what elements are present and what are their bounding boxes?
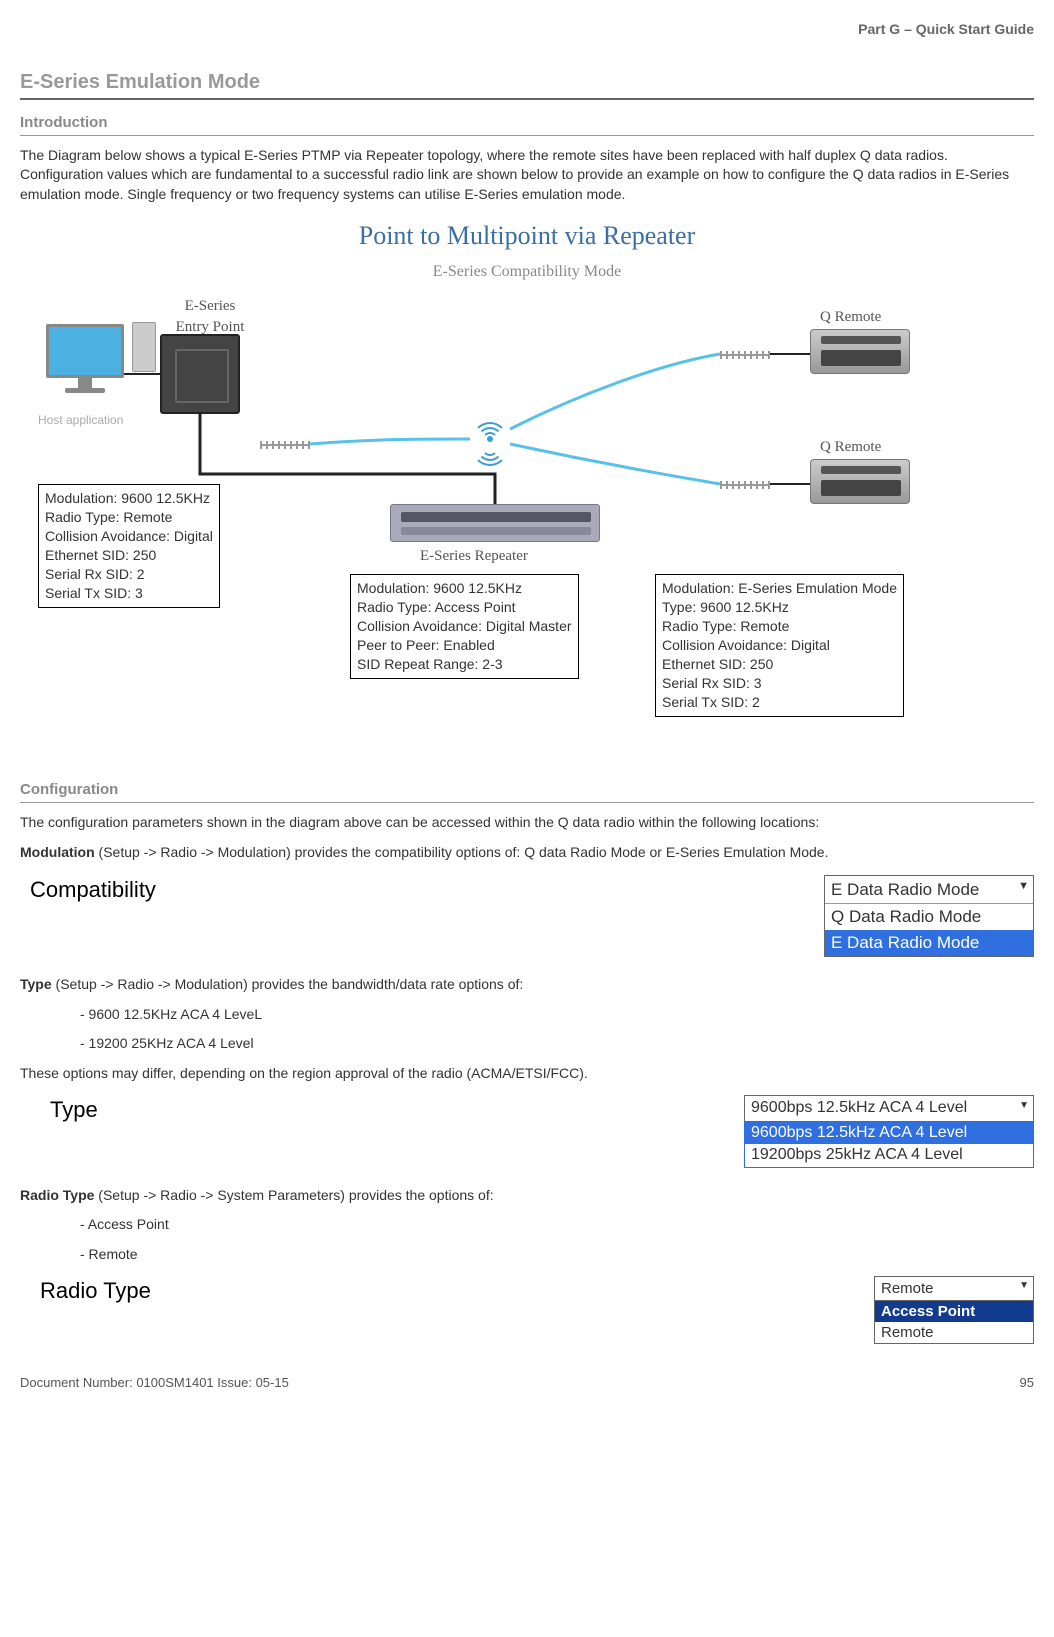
entry-point-radio-icon: [160, 334, 240, 414]
dropdown-option[interactable]: E Data Radio Mode: [825, 930, 1033, 956]
cfg-line: SID Repeat Range: 2-3: [357, 655, 572, 674]
footer-page-number: 95: [1020, 1374, 1034, 1392]
cfg-line: Ethernet SID: 250: [45, 546, 213, 565]
type-text: (Setup -> Radio -> Modulation) provides …: [52, 976, 524, 992]
diagram-title: Point to Multipoint via Repeater: [20, 214, 1034, 254]
radiotype-field-label: Radio Type: [20, 1276, 151, 1307]
antenna-icon: [720, 484, 770, 486]
cfg-line: Peer to Peer: Enabled: [357, 636, 572, 655]
config-box-repeater: Modulation: 9600 12.5KHz Radio Type: Acc…: [350, 574, 579, 678]
configuration-heading: Configuration: [20, 779, 1034, 803]
config-box-entry: Modulation: 9600 12.5KHz Radio Type: Rem…: [38, 484, 220, 607]
host-pc-tower-icon: [132, 322, 156, 372]
type-option-item: - 9600 12.5KHz ACA 4 LeveL: [20, 1005, 1034, 1025]
radiotype-label: Radio Type: [20, 1187, 94, 1203]
cfg-line: Radio Type: Access Point: [357, 598, 572, 617]
footer-doc-number: Document Number: 0100SM1401 Issue: 05-15: [20, 1374, 289, 1392]
repeater-icon: [390, 504, 600, 542]
dropdown-option[interactable]: 9600bps 12.5kHz ACA 4 Level: [745, 1122, 1033, 1144]
cfg-line: Serial Tx SID: 2: [662, 693, 897, 712]
intro-heading: Introduction: [20, 112, 1034, 136]
page-header: Part G – Quick Start Guide: [20, 20, 1034, 40]
type-option-item: - 19200 25KHz ACA 4 Level: [20, 1034, 1034, 1054]
cfg-line: Radio Type: Remote: [662, 617, 897, 636]
host-monitor-icon: [40, 324, 130, 404]
wireless-signal-icon: [470, 414, 510, 464]
cfg-line: Modulation: E-Series Emulation Mode: [662, 579, 897, 598]
cfg-line: Collision Avoidance: Digital Master: [357, 617, 572, 636]
remote-label-2: Q Remote: [820, 437, 881, 458]
diagram-subtitle: E-Series Compatibility Mode: [20, 261, 1034, 283]
host-label: Host application: [38, 412, 123, 429]
config-box-remote: Modulation: E-Series Emulation Mode Type…: [655, 574, 904, 716]
modulation-label: Modulation: [20, 844, 95, 860]
dropdown-selected[interactable]: Remote: [875, 1277, 1033, 1301]
radiotype-option-item: - Access Point: [20, 1215, 1034, 1235]
cfg-line: Modulation: 9600 12.5KHz: [45, 489, 213, 508]
cfg-line: Type: 9600 12.5KHz: [662, 598, 897, 617]
cfg-line: Serial Rx SID: 2: [45, 565, 213, 584]
dropdown-option[interactable]: 19200bps 25kHz ACA 4 Level: [745, 1144, 1033, 1166]
remote-label-1: Q Remote: [820, 307, 881, 328]
dropdown-selected[interactable]: 9600bps 12.5kHz ACA 4 Level: [744, 1095, 1034, 1121]
dropdown-option[interactable]: Remote: [875, 1322, 1033, 1343]
cfg-line: Ethernet SID: 250: [662, 655, 897, 674]
radiotype-dropdown[interactable]: Remote Access Point Remote: [874, 1276, 1034, 1344]
type-paragraph: Type (Setup -> Radio -> Modulation) prov…: [20, 975, 1034, 995]
compatibility-dropdown[interactable]: E Data Radio Mode Q Data Radio Mode E Da…: [824, 875, 1034, 957]
type-note: These options may differ, depending on t…: [20, 1064, 1034, 1084]
dropdown-selected[interactable]: E Data Radio Mode: [825, 876, 1033, 905]
intro-paragraph: The Diagram below shows a typical E-Seri…: [20, 146, 1034, 205]
config-intro: The configuration parameters shown in th…: [20, 813, 1034, 833]
modulation-text: (Setup -> Radio -> Modulation) provides …: [95, 844, 829, 860]
entry-point-label: E-Series Entry Point: [160, 296, 260, 338]
cfg-line: Collision Avoidance: Digital: [45, 527, 213, 546]
modulation-paragraph: Modulation (Setup -> Radio -> Modulation…: [20, 843, 1034, 863]
repeater-label: E-Series Repeater: [420, 546, 528, 567]
cfg-line: Collision Avoidance: Digital: [662, 636, 897, 655]
cfg-line: Serial Rx SID: 3: [662, 674, 897, 693]
page-footer: Document Number: 0100SM1401 Issue: 05-15…: [20, 1374, 1034, 1392]
type-field-label: Type: [20, 1095, 98, 1126]
type-dropdown[interactable]: 9600bps 12.5kHz ACA 4 Level 9600bps 12.5…: [744, 1095, 1034, 1167]
cfg-line: Serial Tx SID: 3: [45, 584, 213, 603]
cfg-line: Radio Type: Remote: [45, 508, 213, 527]
radiotype-option-item: - Remote: [20, 1245, 1034, 1265]
topology-diagram: Point to Multipoint via Repeater E-Serie…: [20, 214, 1034, 769]
type-label: Type: [20, 976, 52, 992]
compatibility-field-label: Compatibility: [20, 875, 156, 906]
remote-radio-icon: [810, 329, 910, 374]
radiotype-paragraph: Radio Type (Setup -> Radio -> System Par…: [20, 1186, 1034, 1206]
dropdown-option[interactable]: Q Data Radio Mode: [825, 904, 1033, 930]
radiotype-text: (Setup -> Radio -> System Parameters) pr…: [94, 1187, 493, 1203]
cfg-line: Modulation: 9600 12.5KHz: [357, 579, 572, 598]
antenna-icon: [720, 354, 770, 356]
dropdown-option[interactable]: Access Point: [875, 1301, 1033, 1322]
section-title: E-Series Emulation Mode: [20, 68, 1034, 100]
remote-radio-icon: [810, 459, 910, 504]
antenna-icon: [260, 444, 310, 446]
